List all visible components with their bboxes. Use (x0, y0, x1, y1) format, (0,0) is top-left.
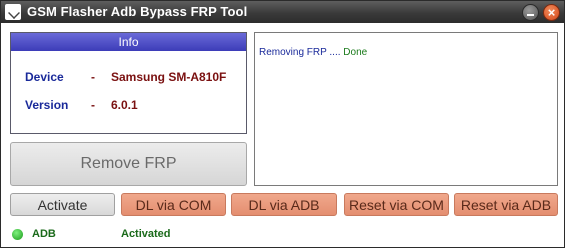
device-value: Samsung SM-A810F (111, 70, 227, 84)
activation-status: Activated (121, 228, 171, 240)
activate-button[interactable]: Activate (10, 193, 115, 216)
status-led-icon (12, 229, 23, 240)
info-panel: Info Device - Samsung SM-A810F Version -… (10, 32, 247, 134)
version-value: 6.0.1 (111, 98, 138, 112)
app-icon (5, 4, 21, 20)
version-label: Version (25, 98, 69, 112)
reset-via-com-button[interactable]: Reset via COM (344, 193, 449, 216)
version-separator: - (91, 98, 95, 112)
close-icon[interactable]: × (543, 4, 560, 21)
info-panel-header: Info (11, 33, 246, 51)
device-separator: - (91, 70, 95, 84)
device-label: Device (25, 70, 64, 84)
title-bar[interactable]: GSM Flasher Adb Bypass FRP Tool × (1, 1, 564, 23)
main-window: GSM Flasher Adb Bypass FRP Tool × Info D… (0, 0, 565, 248)
log-line: Removing FRP .... Done (259, 47, 557, 58)
remove-frp-button[interactable]: Remove FRP (10, 142, 247, 186)
minimize-icon[interactable] (522, 4, 539, 21)
log-status: Done (343, 47, 368, 58)
log-output[interactable]: Removing FRP .... Done (254, 32, 558, 186)
window-title: GSM Flasher Adb Bypass FRP Tool (27, 4, 248, 19)
dl-via-adb-button[interactable]: DL via ADB (231, 193, 337, 216)
reset-via-adb-button[interactable]: Reset via ADB (454, 193, 558, 216)
connection-status: ADB (32, 228, 56, 240)
log-message: Removing FRP .... (259, 47, 344, 58)
dl-via-com-button[interactable]: DL via COM (121, 193, 226, 216)
